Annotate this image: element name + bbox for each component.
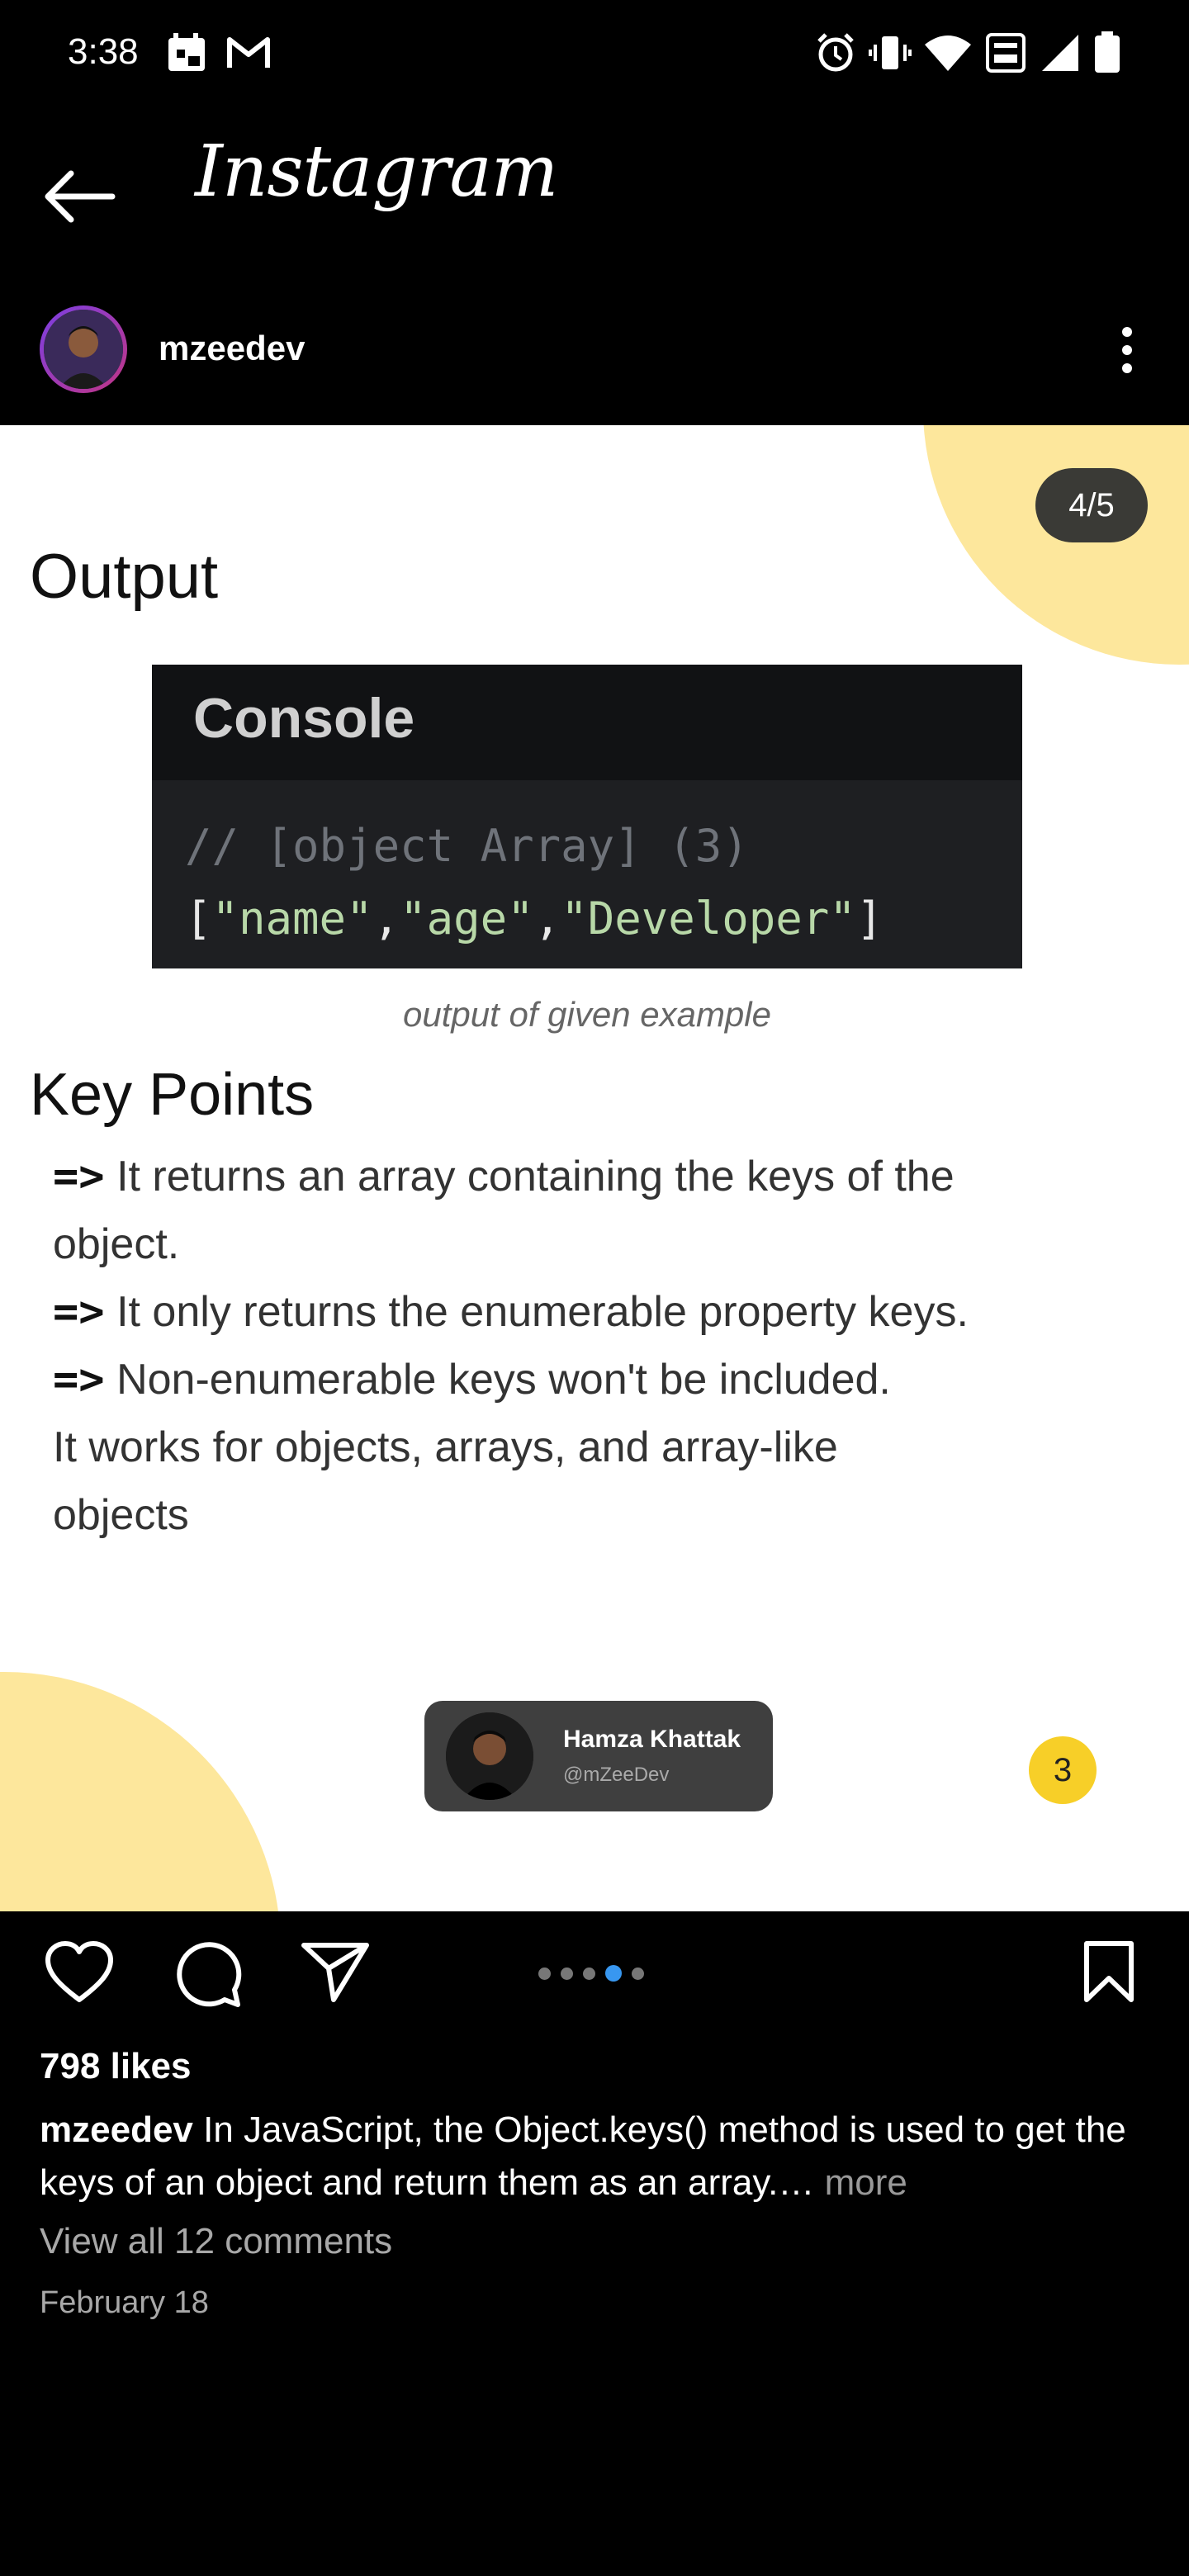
arrow-marker: => [53, 1287, 105, 1337]
vertical-dots-icon [1106, 327, 1148, 380]
key-point-line: => Non-enumerable keys won't be included… [53, 1355, 891, 1404]
vibrate-icon [869, 31, 912, 78]
key-point-line: => It returns an array containing the ke… [53, 1152, 955, 1201]
bookmark-button[interactable] [1082, 1939, 1136, 2009]
view-comments-link[interactable]: View all 12 comments [40, 2221, 392, 2262]
console-panel: Console // [object Array] (3) ["name","a… [152, 665, 1022, 968]
status-time: 3:38 [68, 31, 139, 72]
console-result: ["name","age","Developer"] [185, 893, 883, 945]
carousel-indicator [538, 1965, 644, 1982]
author-handle: @mZeeDev [563, 1764, 670, 1786]
heart-icon [43, 1941, 116, 2008]
comment-icon [172, 1942, 244, 2011]
console-string-name: "name" [211, 893, 373, 945]
wifi-icon [923, 31, 973, 78]
key-points-heading: Key Points [30, 1062, 315, 1128]
like-button[interactable] [43, 1939, 116, 2009]
carousel-dot [538, 1967, 551, 1980]
console-string-age: "age" [400, 893, 534, 945]
avatar[interactable] [40, 305, 127, 393]
decorative-blob-bottom [0, 1672, 281, 1911]
post-username[interactable]: mzeedev [159, 329, 305, 368]
calendar-icon [165, 31, 211, 78]
carousel-dot-active [605, 1965, 622, 1982]
console-title-bar: Console [152, 665, 1022, 780]
caption-username[interactable]: mzeedev [40, 2110, 193, 2150]
avatar-image [44, 310, 123, 389]
carousel-dot [632, 1967, 644, 1980]
app-title: Instagram [195, 130, 558, 213]
page-indicator: 4/5 [1035, 468, 1148, 542]
image-caption: output of given example [403, 995, 771, 1034]
gmail-icon [225, 31, 272, 78]
console-title: Console [193, 687, 415, 750]
post-image[interactable]: 4/5 Output Console // [object Array] (3)… [0, 425, 1189, 1911]
bookmark-icon [1082, 1941, 1136, 2008]
console-string-developer: "Developer" [561, 893, 856, 945]
comment-button[interactable] [172, 1939, 244, 2012]
caption-more-link[interactable]: more [814, 2162, 907, 2203]
arrow-marker: => [53, 1355, 105, 1404]
share-button[interactable] [301, 1939, 370, 2009]
output-heading: Output [30, 542, 219, 612]
author-name: Hamza Khattak [563, 1726, 741, 1753]
key-point-line: => It only returns the enumerable proper… [53, 1287, 969, 1337]
share-icon [301, 1943, 370, 2008]
signal-icon [1039, 31, 1082, 78]
key-point-line: objects [53, 1491, 189, 1539]
decorative-blob-top [923, 425, 1189, 665]
more-options-button[interactable] [1106, 324, 1148, 376]
volte-icon [984, 31, 1027, 78]
key-point-line: object. [53, 1220, 180, 1268]
likes-count[interactable]: 798 likes [40, 2046, 192, 2087]
arrow-left-icon [33, 170, 124, 243]
post-date: February 18 [40, 2285, 209, 2320]
back-button[interactable] [33, 157, 124, 239]
author-avatar [446, 1712, 533, 1800]
status-bar: 3:38 [0, 0, 1189, 107]
key-point-line: It works for objects, arrays, and array-… [53, 1423, 838, 1471]
carousel-dot [561, 1967, 573, 1980]
post-caption: mzeedev In JavaScript, the Object.keys()… [40, 2104, 1154, 2209]
author-card: Hamza Khattak @mZeeDev [424, 1701, 773, 1811]
arrow-marker: => [53, 1152, 105, 1201]
carousel-dot [583, 1967, 595, 1980]
console-comment: // [object Array] (3) [185, 820, 749, 872]
battery-icon [1093, 31, 1121, 78]
slide-number-badge: 3 [1029, 1736, 1097, 1804]
alarm-icon [814, 31, 857, 78]
caption-body: In JavaScript, the Object.keys() method … [40, 2110, 1126, 2203]
